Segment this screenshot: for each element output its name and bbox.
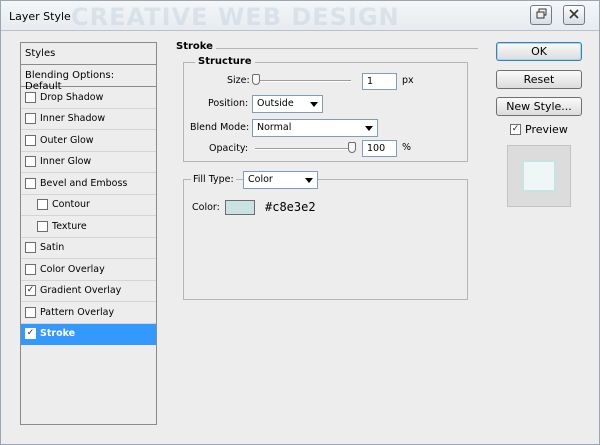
close-icon: [569, 8, 579, 22]
layer-style-dialog: CREATIVE WEB DESIGN Layer Style Styles B…: [0, 0, 600, 445]
size-slider-thumb[interactable]: [252, 74, 260, 85]
color-label: Color:: [192, 202, 220, 213]
style-checkbox[interactable]: [25, 177, 36, 189]
style-item-inner-glow[interactable]: Inner Glow: [21, 152, 156, 173]
chevron-down-icon: [310, 102, 318, 107]
preview-checkbox[interactable]: ✓: [510, 124, 521, 135]
style-item-label: Drop Shadow: [40, 91, 104, 103]
style-item-contour[interactable]: Contour: [21, 195, 156, 216]
watermark-text: CREATIVE WEB DESIGN: [71, 3, 400, 31]
blend-mode-value: Normal: [257, 122, 292, 133]
style-item-color-overlay[interactable]: Color Overlay: [21, 259, 156, 281]
preview-swatch: [522, 160, 556, 192]
window-title: Layer Style: [9, 10, 71, 23]
style-checkbox[interactable]: [37, 199, 48, 211]
style-checkbox[interactable]: [25, 242, 36, 254]
title-bar[interactable]: CREATIVE WEB DESIGN Layer Style: [1, 1, 599, 31]
size-slider-track[interactable]: [255, 80, 351, 82]
style-item-outer-glow[interactable]: Outer Glow: [21, 130, 156, 152]
style-item-label: Pattern Overlay: [40, 306, 115, 318]
preview-toggle[interactable]: ✓ Preview: [510, 123, 568, 136]
style-checkbox[interactable]: ✓: [25, 328, 36, 340]
style-checkbox[interactable]: [25, 134, 36, 146]
opacity-unit: %: [402, 142, 412, 153]
chevron-down-icon: [305, 178, 313, 183]
style-item-label: Color Overlay: [40, 263, 105, 275]
blend-mode-select[interactable]: Normal: [252, 119, 378, 137]
style-item-inner-shadow[interactable]: Inner Shadow: [21, 109, 156, 130]
fill-type-select[interactable]: Color: [243, 171, 318, 189]
color-swatch[interactable]: [225, 200, 255, 215]
stroke-title: Stroke: [173, 41, 216, 52]
structure-title: Structure: [195, 56, 255, 67]
style-checkbox[interactable]: [37, 220, 48, 232]
style-item-label: Bevel and Emboss: [40, 177, 128, 189]
reset-button[interactable]: Reset: [496, 70, 582, 89]
style-item-bevel-and-emboss[interactable]: Bevel and Emboss: [21, 173, 156, 195]
opacity-slider-thumb[interactable]: [348, 142, 356, 153]
fill-group: [183, 179, 468, 300]
chevron-down-icon: [365, 126, 373, 131]
style-item-label: Texture: [52, 220, 87, 232]
opacity-label: Opacity:: [209, 143, 249, 154]
style-item-label: Gradient Overlay: [40, 285, 122, 297]
style-checkbox[interactable]: [25, 263, 36, 275]
restore-button[interactable]: [530, 5, 552, 25]
close-button[interactable]: [563, 5, 585, 25]
fill-type-label: Fill Type:: [191, 174, 236, 185]
style-item-label: Satin: [40, 242, 65, 254]
restore-icon: [536, 8, 547, 22]
style-item-pattern-overlay[interactable]: Pattern Overlay: [21, 302, 156, 324]
preview-label: Preview: [525, 123, 568, 136]
style-item-texture[interactable]: Texture: [21, 216, 156, 238]
new-style-button[interactable]: New Style...: [496, 97, 582, 116]
style-item-satin[interactable]: Satin: [21, 238, 156, 259]
size-unit: px: [402, 75, 414, 86]
style-checkbox[interactable]: [25, 91, 36, 103]
size-label: Size:: [227, 75, 250, 86]
opacity-slider-track[interactable]: [255, 148, 351, 150]
position-label: Position:: [208, 98, 249, 109]
size-input[interactable]: 1: [362, 73, 397, 90]
style-checkbox[interactable]: [25, 113, 36, 125]
style-item-label: Inner Glow: [40, 156, 92, 168]
ok-button[interactable]: OK: [496, 42, 582, 61]
opacity-input[interactable]: 100: [362, 140, 397, 157]
style-item-label: Stroke: [40, 328, 76, 340]
fill-type-value: Color: [248, 174, 273, 185]
color-hex-text: #c8e3e2: [265, 200, 316, 214]
position-value: Outside: [257, 98, 294, 109]
style-item-stroke[interactable]: ✓ Stroke: [21, 323, 156, 345]
blending-options-item[interactable]: Blending Options: Default: [21, 65, 156, 92]
styles-list: Styles Blending Options: Default Drop Sh…: [20, 42, 157, 425]
style-checkbox[interactable]: [25, 156, 36, 168]
position-select[interactable]: Outside: [252, 95, 323, 113]
blend-mode-label: Blend Mode:: [190, 122, 250, 133]
styles-header[interactable]: Styles: [21, 43, 156, 65]
style-item-label: Inner Shadow: [40, 113, 106, 125]
style-checkbox[interactable]: [25, 306, 36, 318]
style-preview-thumbnail: [507, 145, 571, 207]
style-item-label: Contour: [52, 199, 90, 211]
style-item-gradient-overlay[interactable]: ✓ Gradient Overlay: [21, 281, 156, 302]
style-checkbox[interactable]: ✓: [25, 285, 36, 297]
style-item-label: Outer Glow: [40, 134, 94, 146]
